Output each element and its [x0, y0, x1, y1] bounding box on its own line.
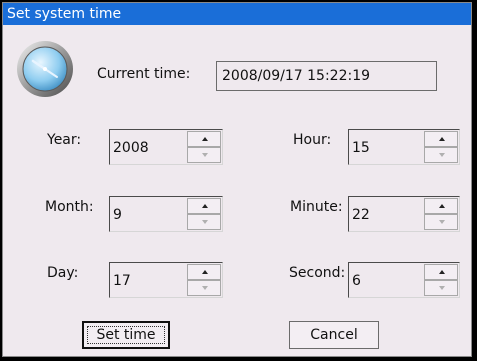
arrow-down-icon [439, 220, 445, 224]
month-decrement-button[interactable] [187, 214, 221, 230]
arrow-down-icon [439, 153, 445, 157]
clock-icon [17, 41, 73, 97]
hour-label: Hour: [293, 132, 332, 148]
arrow-up-icon [202, 137, 208, 141]
month-label: Month: [45, 199, 94, 215]
cancel-button[interactable]: Cancel [289, 321, 379, 349]
current-time-display: 2008/09/17 15:22:19 [216, 61, 437, 91]
day-decrement-button[interactable] [187, 280, 221, 296]
arrow-up-icon [202, 204, 208, 208]
arrow-down-icon [202, 286, 208, 290]
window-title: Set system time [3, 3, 471, 25]
month-spinner: 9 [109, 196, 223, 232]
minute-increment-button[interactable] [424, 198, 458, 214]
arrow-up-icon [439, 137, 445, 141]
arrow-up-icon [202, 270, 208, 274]
day-increment-button[interactable] [187, 264, 221, 280]
arrow-up-icon [439, 270, 445, 274]
set-system-time-window: Set system time Current time: 2008/09/17… [2, 2, 472, 357]
minute-decrement-button[interactable] [424, 214, 458, 230]
arrow-down-icon [439, 286, 445, 290]
year-increment-button[interactable] [187, 131, 221, 147]
cancel-label: Cancel [310, 327, 358, 343]
hour-decrement-button[interactable] [424, 147, 458, 163]
arrow-down-icon [202, 220, 208, 224]
hour-spinner: 15 [348, 129, 460, 165]
focus-rect [87, 326, 165, 344]
second-label: Second: [289, 265, 346, 281]
minute-label: Minute: [290, 199, 343, 215]
day-label: Day: [47, 265, 79, 281]
arrow-up-icon [439, 204, 445, 208]
second-spinner: 6 [348, 262, 460, 298]
year-label: Year: [47, 132, 82, 148]
day-spinner: 17 [109, 262, 223, 298]
second-decrement-button[interactable] [424, 280, 458, 296]
second-increment-button[interactable] [424, 264, 458, 280]
minute-spinner: 22 [348, 196, 460, 232]
arrow-down-icon [202, 153, 208, 157]
hour-increment-button[interactable] [424, 131, 458, 147]
year-spinner: 2008 [109, 129, 223, 165]
set-time-button[interactable]: Set time [82, 321, 170, 349]
year-decrement-button[interactable] [187, 147, 221, 163]
current-time-label: Current time: [97, 66, 191, 82]
month-increment-button[interactable] [187, 198, 221, 214]
